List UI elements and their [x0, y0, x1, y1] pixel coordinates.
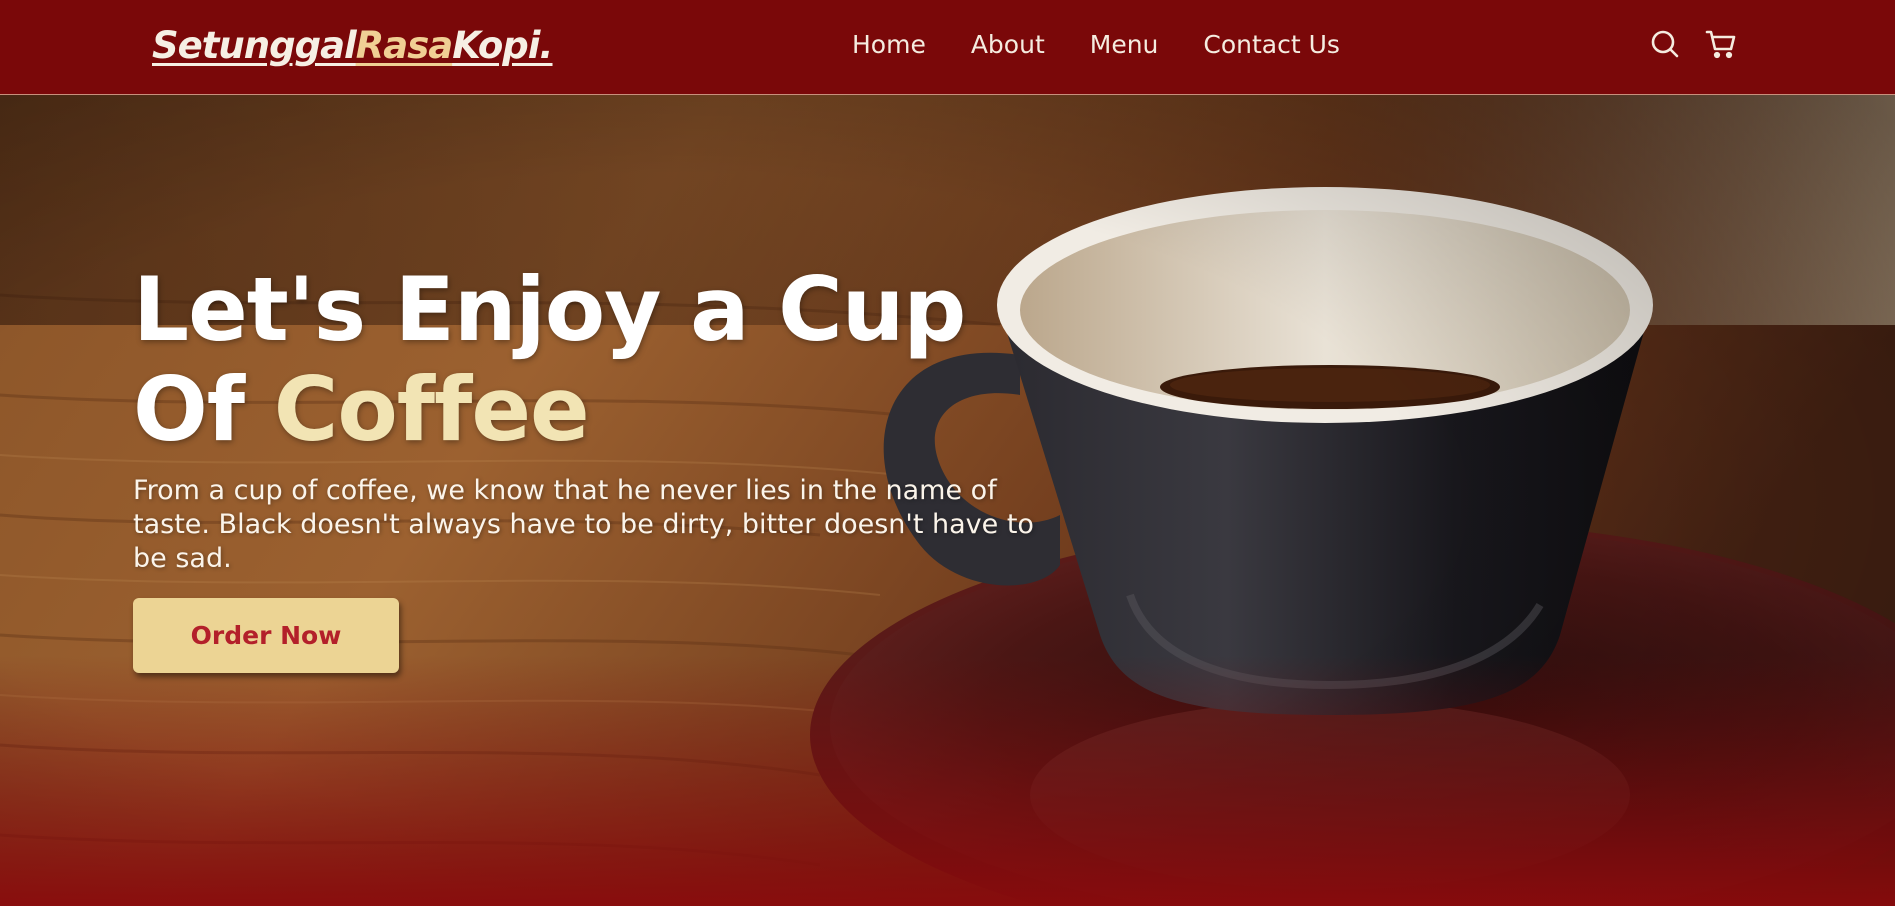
- cart-icon[interactable]: [1705, 28, 1737, 60]
- order-now-button[interactable]: Order Now: [133, 598, 399, 673]
- page: SetunggalRasaKopi. Home About Menu Conta…: [0, 0, 1895, 906]
- hero-title: Let's Enjoy a Cup Of Coffee: [133, 260, 1093, 460]
- brand-logo[interactable]: SetunggalRasaKopi.: [152, 24, 553, 67]
- nav-icons: [1649, 28, 1737, 60]
- hero-description: From a cup of coffee, we know that he ne…: [133, 475, 1034, 574]
- brand-part-kopi: Kopi.: [452, 24, 553, 67]
- nav-links: Home About Menu Contact Us: [852, 30, 1340, 59]
- nav-link-home[interactable]: Home: [852, 30, 926, 59]
- nav-link-contact-us[interactable]: Contact Us: [1203, 30, 1340, 59]
- brand-part-setunggal: Setunggal: [152, 24, 357, 67]
- navbar: SetunggalRasaKopi. Home About Menu Conta…: [0, 0, 1895, 95]
- hero-section: Let's Enjoy a Cup Of Coffee From a cup o…: [0, 95, 1895, 906]
- brand-part-rasa: Rasa: [355, 24, 453, 67]
- hero-title-line1: Let's Enjoy a Cup: [133, 258, 966, 361]
- nav-link-menu[interactable]: Menu: [1090, 30, 1159, 59]
- search-icon[interactable]: [1649, 28, 1681, 60]
- hero-title-accent: Coffee: [273, 358, 590, 461]
- hero-title-of: Of: [133, 358, 245, 461]
- nav-link-about[interactable]: About: [971, 30, 1045, 59]
- hero-content: Let's Enjoy a Cup Of Coffee From a cup o…: [133, 260, 1093, 673]
